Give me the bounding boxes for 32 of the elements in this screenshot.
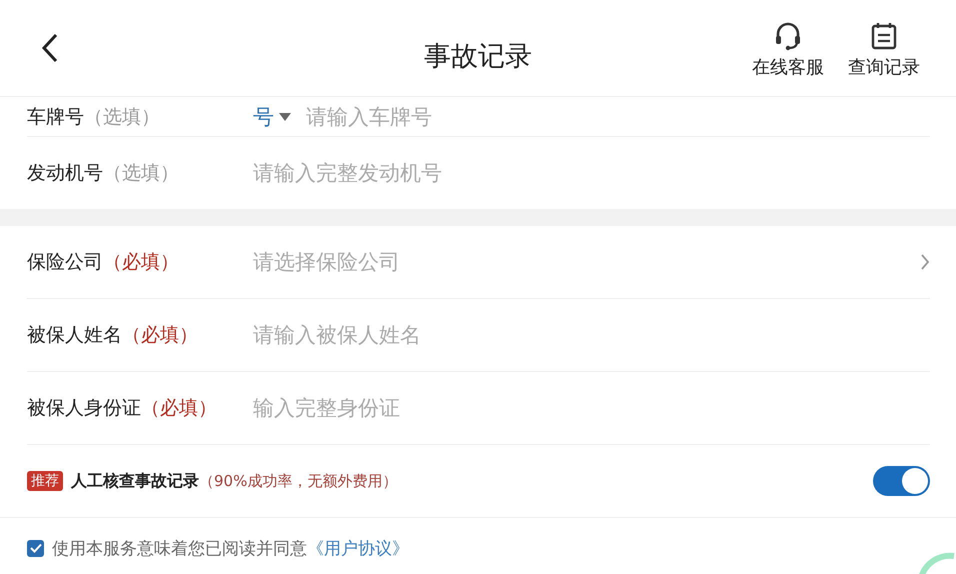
caret-icon: [278, 112, 292, 122]
field-note: （必填）: [103, 250, 179, 275]
option-title: 人工核查事故记录: [71, 470, 199, 492]
back-icon: [41, 33, 59, 63]
agreement-text: 使用本服务意味着您已阅读并同意: [52, 538, 307, 560]
input-field[interactable]: 请选择保险公司: [253, 250, 920, 274]
field-label: 保险公司: [27, 250, 103, 275]
checkmark-icon: [30, 543, 42, 553]
floating-button-icon: [916, 550, 956, 574]
field-note: （必填）: [122, 323, 198, 348]
field-label: 被保人姓名: [27, 323, 122, 348]
recommend-badge: 推荐: [27, 471, 63, 491]
input-field[interactable]: 请输入完整发动机号: [253, 161, 930, 185]
input-field[interactable]: 请输入被保人姓名: [253, 323, 930, 347]
header-action[interactable]: 在线客服: [752, 21, 824, 79]
agreement-link[interactable]: 《用户协议》: [307, 536, 409, 560]
field-note: （选填）: [84, 105, 160, 130]
headset-icon: [773, 21, 803, 51]
field-label: 被保人身份证: [27, 396, 141, 421]
field-note: （必填）: [141, 396, 217, 421]
plate-prefix-dropdown[interactable]: 号: [253, 103, 292, 131]
notepad-icon: [869, 21, 899, 51]
input-field[interactable]: 请输入车牌号: [306, 105, 930, 129]
checkbox[interactable]: [27, 540, 44, 556]
field-label: 车牌号: [27, 105, 84, 130]
field-note: （选填）: [103, 161, 179, 186]
toggle-switch[interactable]: [873, 466, 930, 496]
input-field[interactable]: 输入完整身份证: [253, 396, 930, 420]
option-note: （90%成功率，无额外费用）: [199, 472, 398, 490]
page-title: 事故记录: [423, 40, 533, 74]
field-label: 发动机号: [27, 161, 103, 186]
header-action[interactable]: 查询记录: [848, 21, 920, 79]
